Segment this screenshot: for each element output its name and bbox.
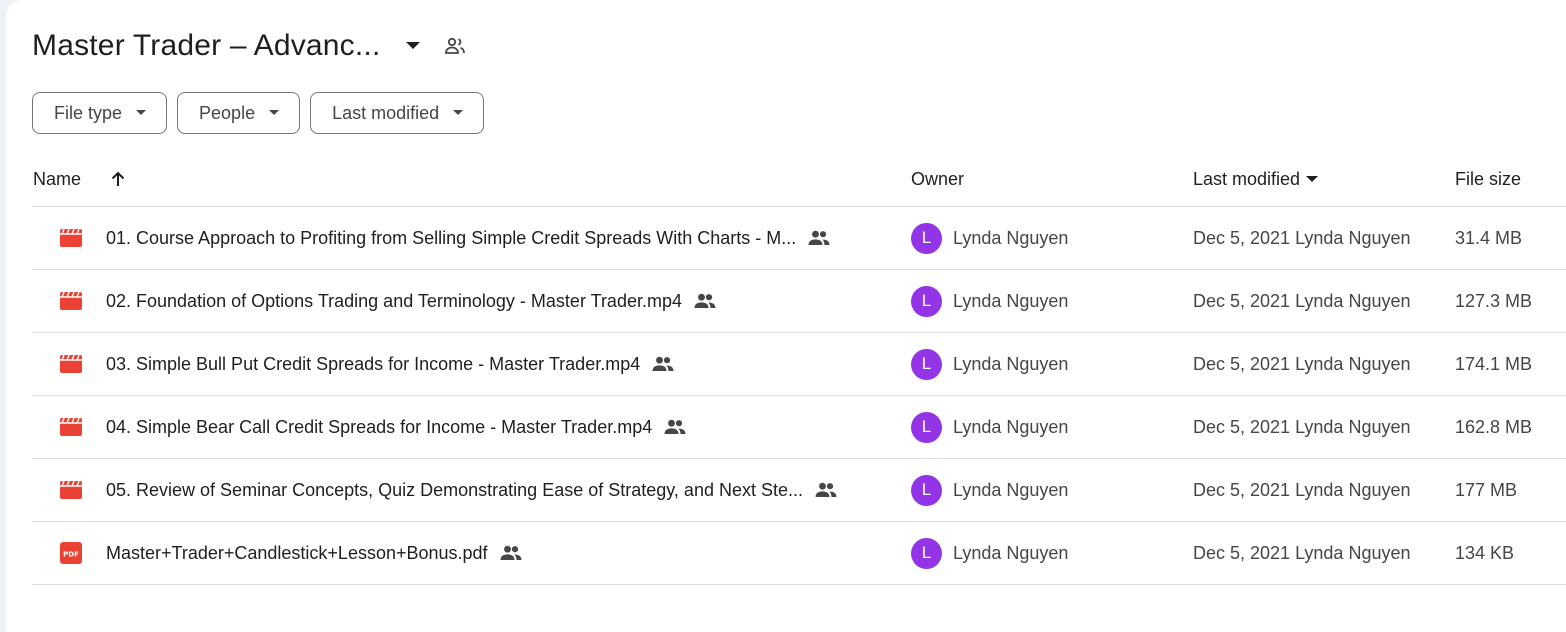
column-name[interactable]: Name xyxy=(32,169,911,190)
column-owner[interactable]: Owner xyxy=(911,169,1193,190)
file-table: Name Owner Last modified File size 01. C… xyxy=(32,152,1566,585)
avatar[interactable]: L xyxy=(911,411,942,443)
filter-people[interactable]: People xyxy=(177,92,301,134)
file-size-cell: 177 MB xyxy=(1455,479,1518,500)
file-size-cell: 127.3 MB xyxy=(1455,290,1533,311)
owner-cell: L Lynda Nguyen xyxy=(911,411,1193,443)
last-modified-cell: Dec 5, 2021 Lynda Nguyen xyxy=(1193,290,1411,311)
filter-label: Last modified xyxy=(332,102,440,123)
file-name[interactable]: 04. Simple Bear Call Credit Spreads for … xyxy=(106,417,652,438)
people-icon xyxy=(808,230,830,246)
avatar[interactable]: L xyxy=(911,285,942,317)
file-name[interactable]: Master+Trader+Candlestick+Lesson+Bonus.p… xyxy=(106,543,488,564)
owner-name: Lynda Nguyen xyxy=(953,542,1069,563)
video-file-icon xyxy=(58,225,84,251)
table-row[interactable]: 04. Simple Bear Call Credit Spreads for … xyxy=(32,396,1566,459)
video-file-icon xyxy=(58,477,84,503)
column-last-modified-label: Last modified xyxy=(1193,168,1301,189)
people-icon xyxy=(652,356,674,372)
arrow-drop-down-icon xyxy=(136,110,147,116)
video-file-icon xyxy=(58,414,84,440)
file-name[interactable]: 02. Foundation of Options Trading and Te… xyxy=(106,291,682,312)
owner-cell: L Lynda Nguyen xyxy=(911,537,1193,569)
owner-name: Lynda Nguyen xyxy=(953,479,1069,500)
avatar[interactable]: L xyxy=(911,474,942,506)
last-modified-cell: Dec 5, 2021 Lynda Nguyen xyxy=(1193,416,1411,437)
table-row[interactable]: 01. Course Approach to Profiting from Se… xyxy=(32,207,1566,270)
filter-label: File type xyxy=(54,102,123,123)
name-cell: 04. Simple Bear Call Credit Spreads for … xyxy=(32,414,911,440)
last-modified-cell: Dec 5, 2021 Lynda Nguyen xyxy=(1193,479,1411,500)
arrow-drop-down-icon xyxy=(453,110,464,116)
folder-header: Master Trader – Advanc... xyxy=(32,24,473,68)
column-name-label: Name xyxy=(33,168,82,189)
avatar[interactable]: L xyxy=(911,222,942,254)
owner-name: Lynda Nguyen xyxy=(953,353,1069,374)
filter-last-modified[interactable]: Last modified xyxy=(310,92,485,134)
file-name[interactable]: 03. Simple Bull Put Credit Spreads for I… xyxy=(106,354,640,375)
arrow-drop-down-icon[interactable] xyxy=(1306,175,1319,183)
folder-title[interactable]: Master Trader – Advanc... xyxy=(32,29,381,63)
filter-label: People xyxy=(199,102,256,123)
pdf-file-icon: PDF xyxy=(58,540,84,566)
table-row[interactable]: PDF Master+Trader+Candlestick+Lesson+Bon… xyxy=(32,522,1566,585)
arrow-up-icon[interactable] xyxy=(109,170,127,188)
owner-name: Lynda Nguyen xyxy=(953,227,1069,248)
owner-name: Lynda Nguyen xyxy=(953,416,1069,437)
table-body: 01. Course Approach to Profiting from Se… xyxy=(32,207,1566,585)
name-cell: PDF Master+Trader+Candlestick+Lesson+Bon… xyxy=(32,540,911,566)
file-size-cell: 174.1 MB xyxy=(1455,353,1533,374)
last-modified-cell: Dec 5, 2021 Lynda Nguyen xyxy=(1193,227,1411,248)
owner-cell: L Lynda Nguyen xyxy=(911,222,1193,254)
svg-text:PDF: PDF xyxy=(63,551,79,559)
last-modified-cell: Dec 5, 2021 Lynda Nguyen xyxy=(1193,353,1411,374)
name-cell: 05. Review of Seminar Concepts, Quiz Dem… xyxy=(32,477,911,503)
filter-file-type[interactable]: File type xyxy=(32,92,168,134)
file-name[interactable]: 01. Course Approach to Profiting from Se… xyxy=(106,228,796,249)
arrow-drop-down-icon xyxy=(269,110,280,116)
last-modified-cell: Dec 5, 2021 Lynda Nguyen xyxy=(1193,542,1411,563)
column-file-size[interactable]: File size xyxy=(1455,169,1566,190)
table-header: Name Owner Last modified File size xyxy=(32,152,1566,207)
drive-panel: Master Trader – Advanc... File type Peop… xyxy=(6,0,1566,632)
file-size-cell: 162.8 MB xyxy=(1455,416,1533,437)
filter-bar: File type People Last modified xyxy=(32,92,485,134)
table-row[interactable]: 02. Foundation of Options Trading and Te… xyxy=(32,270,1566,333)
avatar[interactable]: L xyxy=(911,537,942,569)
video-file-icon xyxy=(58,288,84,314)
arrow-drop-down-icon[interactable] xyxy=(395,28,431,64)
column-last-modified[interactable]: Last modified xyxy=(1193,169,1455,190)
owner-cell: L Lynda Nguyen xyxy=(911,285,1193,317)
name-cell: 03. Simple Bull Put Credit Spreads for I… xyxy=(32,351,911,377)
people-icon xyxy=(815,482,837,498)
file-name[interactable]: 05. Review of Seminar Concepts, Quiz Dem… xyxy=(106,480,803,501)
video-file-icon xyxy=(58,351,84,377)
table-row[interactable]: 03. Simple Bull Put Credit Spreads for I… xyxy=(32,333,1566,396)
people-icon xyxy=(694,293,716,309)
people-icon xyxy=(664,419,686,435)
people-icon xyxy=(500,545,522,561)
people-icon[interactable] xyxy=(437,28,473,64)
owner-cell: L Lynda Nguyen xyxy=(911,348,1193,380)
table-row[interactable]: 05. Review of Seminar Concepts, Quiz Dem… xyxy=(32,459,1566,522)
file-size-cell: 134 KB xyxy=(1455,542,1515,563)
owner-name: Lynda Nguyen xyxy=(953,290,1069,311)
avatar[interactable]: L xyxy=(911,348,942,380)
name-cell: 01. Course Approach to Profiting from Se… xyxy=(32,225,911,251)
owner-cell: L Lynda Nguyen xyxy=(911,474,1193,506)
name-cell: 02. Foundation of Options Trading and Te… xyxy=(32,288,911,314)
file-size-cell: 31.4 MB xyxy=(1455,227,1523,248)
